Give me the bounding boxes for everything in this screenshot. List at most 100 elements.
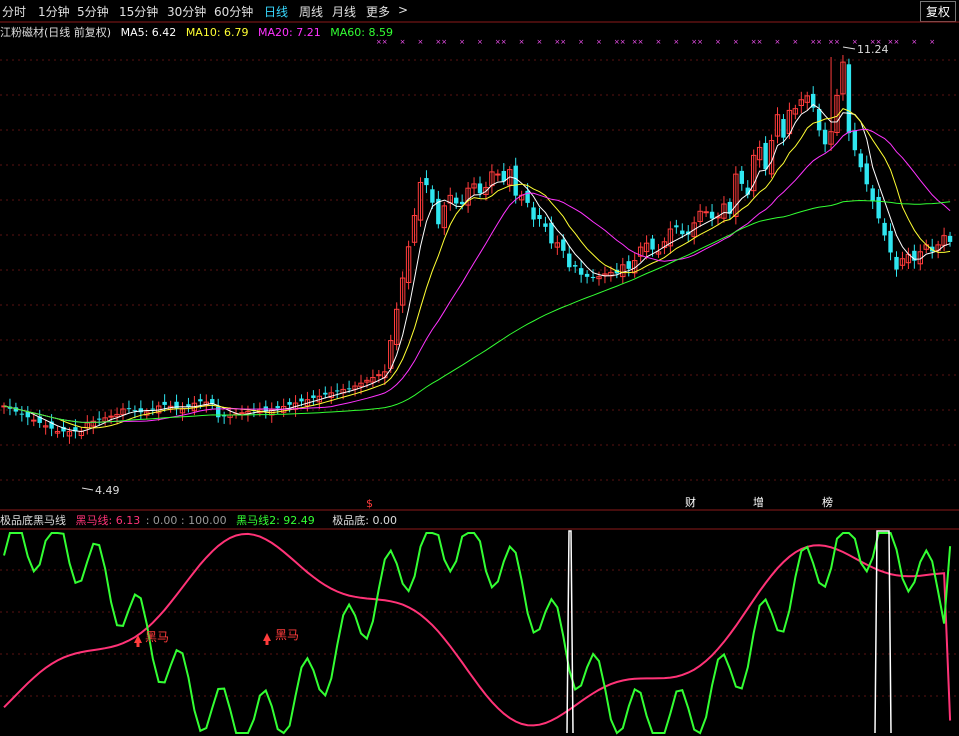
signal-heima-1: 黑马: [145, 630, 169, 644]
candle-body: [888, 230, 893, 253]
ma5-line: [3, 103, 951, 433]
candle-body: [846, 64, 852, 134]
signal-x-mark: ×: [441, 38, 447, 46]
candle-body: [894, 256, 899, 270]
ma10-line: [3, 107, 951, 429]
candle-body: [513, 165, 518, 196]
candle-body: [323, 392, 328, 395]
low-label: 4.49: [95, 484, 120, 497]
candle-body: [584, 273, 590, 277]
ma-lines: × × × × × × × × × × × × × × × × × × × × × × × × × × × × × × × × × × × × × × × ×…: [3, 38, 951, 491]
ma60-line: [3, 199, 951, 423]
candle-body: [573, 265, 578, 267]
candle-body: [781, 119, 786, 138]
candle-body: [138, 408, 144, 413]
signal-x-mark: ×: [673, 38, 679, 46]
signal-x-mark: ×: [620, 38, 626, 46]
signal-x-mark: ×: [596, 38, 602, 46]
candle-body: [97, 418, 102, 420]
signal-x-mark: ×: [929, 38, 935, 46]
candle-body: [311, 395, 316, 398]
candle-body: [495, 173, 501, 176]
candle-body: [650, 238, 655, 250]
candle-body: [126, 408, 132, 410]
jipindi-spike: [874, 530, 892, 734]
candle-body: [543, 223, 548, 227]
candle-body: [703, 211, 709, 214]
candle-body: [430, 189, 435, 203]
candle-body: [864, 163, 869, 185]
candle-body: [567, 253, 572, 268]
signal-x-mark: ×: [501, 38, 507, 46]
candle-body: [31, 419, 37, 422]
signal-x-mark: ×: [911, 38, 917, 46]
signal-x-mark: ×: [792, 38, 798, 46]
candle-body: [221, 415, 227, 417]
candle-body: [709, 211, 715, 219]
high-label: 11.24: [857, 43, 889, 56]
marker-cai: 财: [685, 495, 696, 509]
candle-body: [459, 201, 465, 205]
marker-zeng: 增: [753, 495, 764, 509]
signal-x-mark: ×: [418, 38, 424, 46]
candle-body: [198, 399, 203, 402]
candle-body: [674, 225, 679, 228]
candle-body: [727, 201, 733, 214]
jipindi-spike: [566, 530, 574, 734]
signal-x-mark: ×: [697, 38, 703, 46]
candles: [1, 55, 953, 444]
candle-body: [590, 276, 596, 279]
candle-body: [876, 196, 881, 219]
high-pointer: [842, 46, 856, 50]
signal-x-mark: ×: [757, 38, 763, 46]
signal-x-mark: ×: [400, 38, 406, 46]
signal-x-mark: ×: [578, 38, 584, 46]
candle-body: [852, 130, 858, 151]
candle-body: [287, 402, 292, 405]
candle-body: [216, 406, 221, 418]
candle-body: [376, 374, 382, 377]
candle-body: [822, 129, 828, 145]
candle-body: [108, 415, 114, 418]
candle-body: [239, 412, 245, 415]
candle-body: [335, 390, 340, 392]
candle-body: [477, 183, 483, 194]
kline-chart: × × × × × × × × × × × × × × × × × × × × × × × × × × × × × × × × × × × × × × × ×…: [0, 21, 959, 735]
signal-x-mark: ×: [894, 38, 900, 46]
signal-x-mark: ×: [816, 38, 822, 46]
signal-x-mark: ×: [834, 38, 840, 46]
candle-body: [19, 413, 25, 415]
marker-bang: 榜: [822, 495, 833, 509]
candle-body: [858, 153, 863, 168]
candle-body: [162, 401, 167, 405]
candle-body: [531, 207, 536, 220]
candle-body: [299, 398, 304, 402]
signal-x-mark: ×: [733, 38, 739, 46]
candle-body: [680, 230, 685, 235]
signal-x-mark: ×: [715, 38, 721, 46]
ma20-line: [3, 128, 951, 423]
candle-body: [150, 408, 155, 410]
signal-x-mark: ×: [477, 38, 483, 46]
candle-body: [537, 215, 542, 220]
signal-x-mark: ×: [638, 38, 644, 46]
signal-x-mark: ×: [560, 38, 566, 46]
candle-body: [578, 268, 584, 275]
candle-body: [870, 188, 875, 202]
candle-body: [346, 388, 352, 390]
candle-body: [186, 404, 191, 407]
candle-body: [275, 406, 280, 409]
signal-x-mark: ×: [459, 38, 465, 46]
candle-body: [816, 108, 822, 131]
marker-dollar: $: [366, 497, 373, 510]
annotations: 11.24 4.49 $ 财 增 榜 黑马 黑马: [95, 43, 889, 644]
signal-x-mark: ×: [382, 38, 388, 46]
signal-x-mark: ×: [537, 38, 543, 46]
signal-x-mark: ×: [775, 38, 781, 46]
candle-body: [549, 222, 554, 244]
signal-x-mark: ×: [656, 38, 662, 46]
candle-body: [947, 235, 953, 242]
candle-body: [626, 261, 631, 269]
candle-body: [739, 170, 744, 184]
candle-body: [882, 222, 887, 236]
